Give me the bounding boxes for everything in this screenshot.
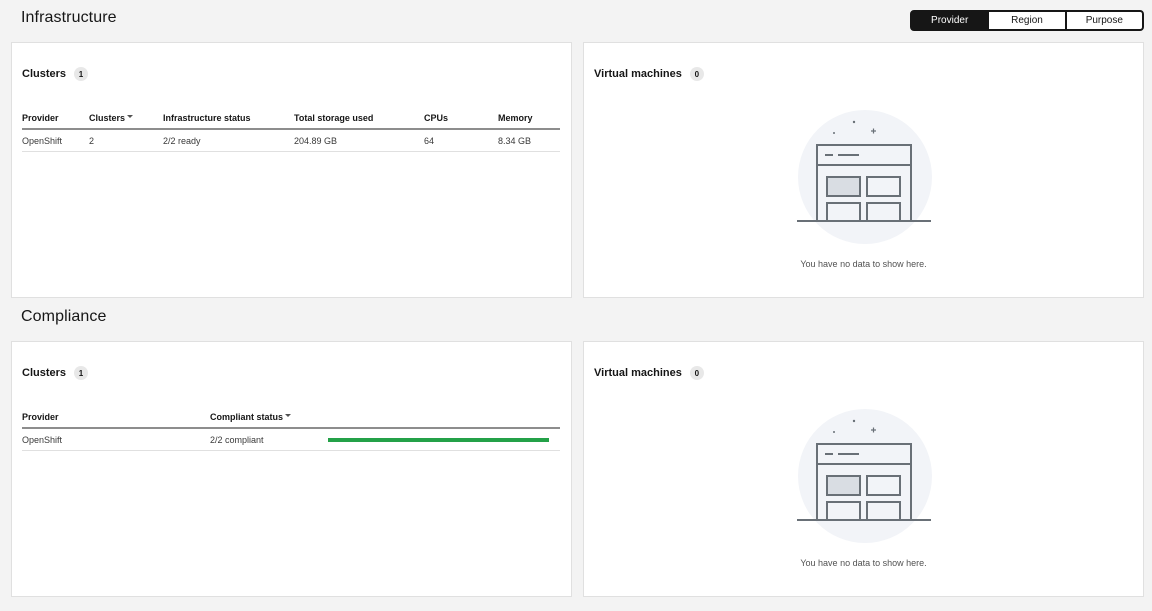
count-badge: 1	[74, 366, 89, 380]
card-title: Virtual machines	[594, 68, 682, 80]
table-row[interactable]: OpenShift 2/2 compliant	[22, 429, 560, 451]
card-header: Virtual machines 0	[594, 366, 704, 380]
empty-state-illustration-icon	[797, 110, 932, 244]
empty-state-text: You have no data to show here.	[800, 558, 927, 568]
card-header: Clusters 1	[22, 366, 89, 380]
cell-total-storage: 204.89 GB	[294, 135, 338, 146]
compliance-section-title: Compliance	[21, 308, 107, 325]
table-header-row: Provider Clusters Infrastructure status …	[22, 108, 560, 130]
infrastructure-vms-card: Virtual machines 0 You have no data to s…	[583, 42, 1144, 298]
cell-provider: OpenShift	[22, 135, 63, 146]
cell-cpus: 64	[424, 135, 435, 146]
column-header-provider[interactable]: Provider	[22, 108, 59, 128]
column-header-cpus[interactable]: CPUs	[424, 108, 448, 128]
compliance-clusters-table: Provider Compliant status OpenShift 2/2 …	[22, 407, 560, 451]
table-header-row: Provider Compliant status	[22, 407, 560, 429]
card-title: Virtual machines	[594, 367, 682, 379]
compliance-progress-fill	[328, 438, 549, 442]
table-row[interactable]: OpenShift 2 2/2 ready 204.89 GB 64 8.34 …	[22, 130, 560, 152]
cell-infrastructure-status: 2/2 ready	[163, 135, 201, 146]
cell-compliant-status: 2/2 compliant	[210, 434, 264, 445]
compliance-clusters-card: Clusters 1 Provider Compliant status Ope…	[11, 341, 572, 597]
column-header-compliant-status[interactable]: Compliant status	[210, 407, 292, 427]
card-header: Clusters 1	[22, 67, 89, 81]
count-badge: 0	[689, 366, 704, 380]
count-badge: 1	[74, 67, 89, 81]
infrastructure-clusters-card: Clusters 1 Provider Clusters Infrastruct…	[11, 42, 572, 298]
column-header-total-storage[interactable]: Total storage used	[294, 108, 373, 128]
column-header-label: Compliant status	[210, 412, 284, 422]
column-header-provider[interactable]: Provider	[22, 407, 59, 427]
column-header-label: Clusters	[89, 113, 126, 123]
cell-clusters: 2	[89, 135, 95, 146]
empty-state-text: You have no data to show here.	[800, 259, 927, 269]
sort-caret-icon	[285, 414, 292, 417]
card-header: Virtual machines 0	[594, 67, 704, 81]
column-header-memory[interactable]: Memory	[498, 108, 533, 128]
compliance-progress-bar	[328, 438, 549, 442]
empty-state-illustration-icon	[797, 409, 932, 543]
cell-provider: OpenShift	[22, 434, 63, 445]
cell-memory: 8.34 GB	[498, 135, 532, 146]
view-switcher: Provider Region Purpose	[910, 10, 1144, 31]
switcher-provider-button[interactable]: Provider	[912, 12, 988, 29]
card-title: Clusters	[22, 367, 67, 379]
infrastructure-clusters-table: Provider Clusters Infrastructure status …	[22, 108, 560, 152]
count-badge: 0	[689, 67, 704, 81]
compliance-vms-card: Virtual machines 0 You have no data to s…	[583, 341, 1144, 597]
column-header-clusters[interactable]: Clusters	[89, 108, 134, 128]
column-header-infrastructure-status[interactable]: Infrastructure status	[163, 108, 251, 128]
infrastructure-section-title: Infrastructure	[21, 9, 117, 26]
switcher-purpose-button[interactable]: Purpose	[1064, 12, 1142, 29]
card-title: Clusters	[22, 68, 67, 80]
sort-caret-icon	[127, 115, 134, 118]
switcher-region-button[interactable]: Region	[987, 12, 1065, 29]
